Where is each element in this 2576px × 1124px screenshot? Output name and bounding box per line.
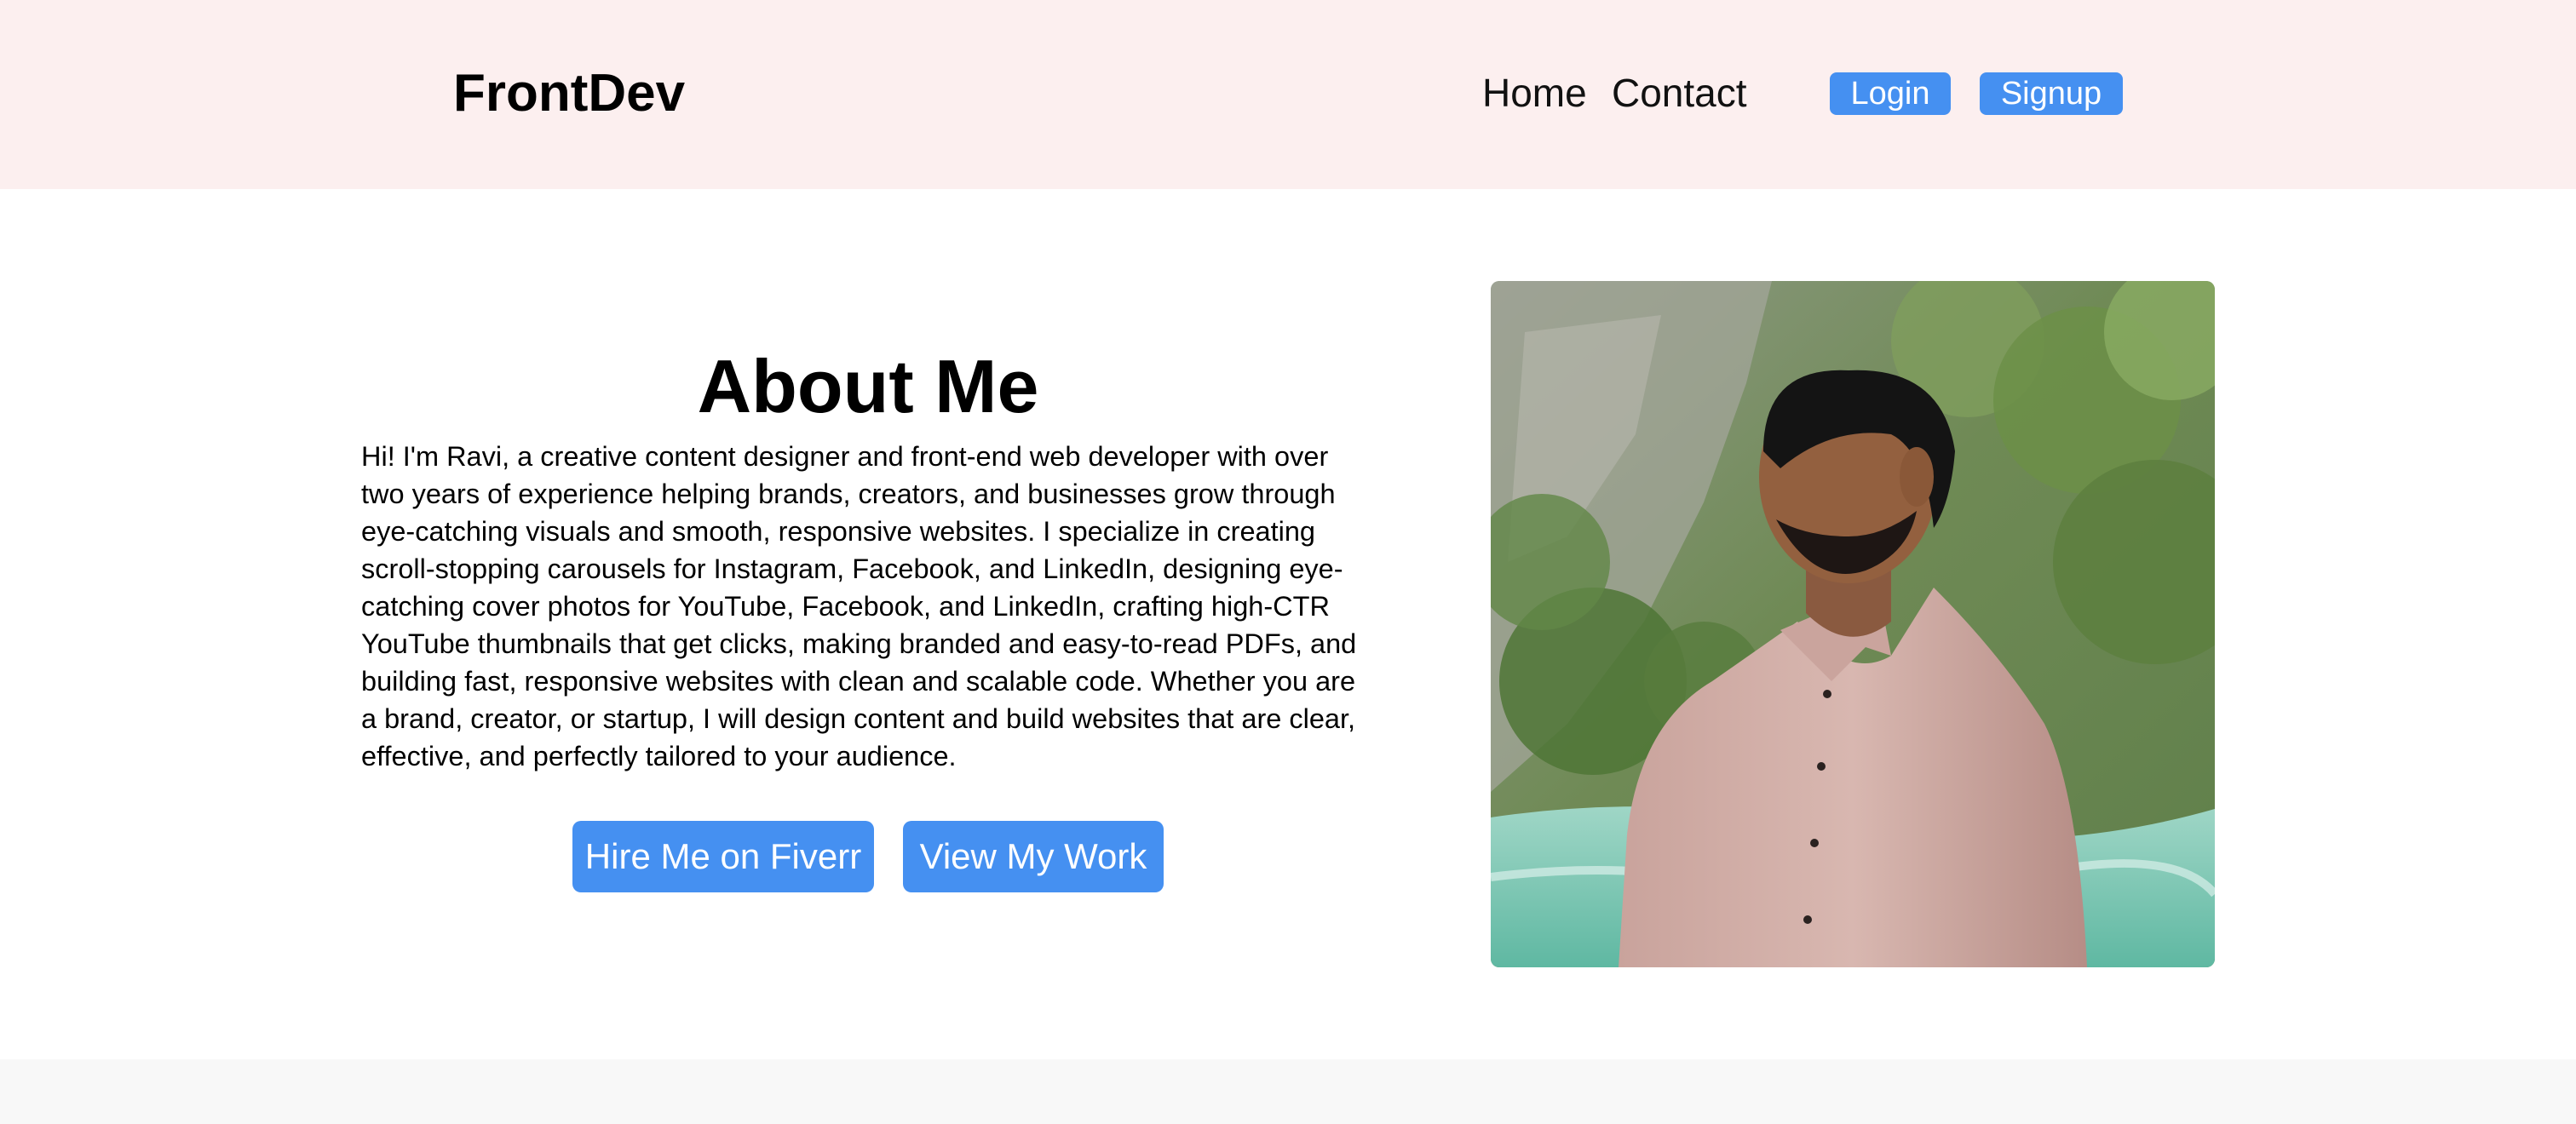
about-title: About Me [697, 344, 1039, 428]
profile-photo [1491, 281, 2215, 967]
nav-link-home[interactable]: Home [1482, 65, 1587, 121]
site-header: FrontDev Home Contact Login Signup [0, 0, 2576, 189]
site-logo[interactable]: FrontDev [453, 60, 685, 128]
about-description: Hi! I'm Ravi, a creative content designe… [361, 441, 1357, 771]
login-button[interactable]: Login [1830, 72, 1951, 115]
view-work-button[interactable]: View My Work [903, 821, 1164, 892]
hire-me-button[interactable]: Hire Me on Fiverr [572, 821, 874, 892]
signup-button[interactable]: Signup [1980, 72, 2123, 115]
nav-link-contact[interactable]: Contact [1612, 65, 1747, 121]
site-footer [0, 1059, 2576, 1124]
